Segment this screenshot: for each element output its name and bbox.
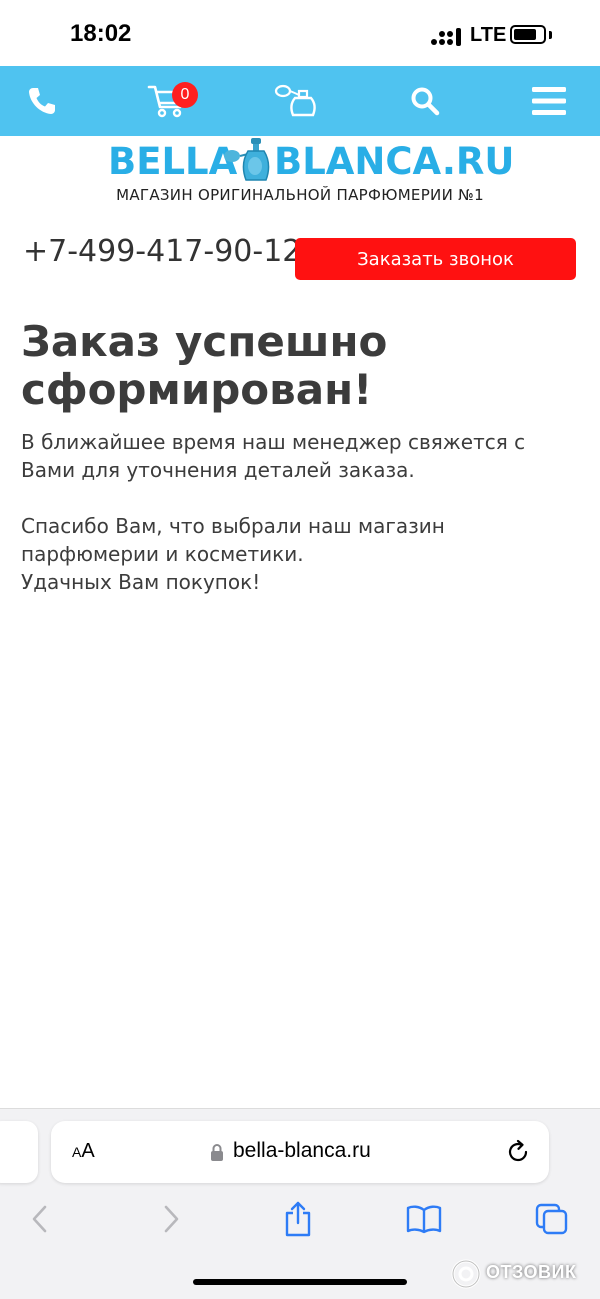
reload-icon[interactable] (505, 1139, 531, 1165)
message-line: Вами для уточнения деталей заказа. (21, 458, 415, 482)
search-icon[interactable] (403, 66, 447, 136)
tabs-icon[interactable] (534, 1201, 570, 1237)
perfume-bottle-icon[interactable] (272, 66, 322, 136)
logo-tagline: МАГАЗИН ОРИГИНАЛЬНОЙ ПАРФЮМЕРИИ №1 (116, 186, 484, 204)
url-text[interactable]: bella-blanca.ru (233, 1139, 371, 1163)
request-callback-button[interactable]: Заказать звонок (295, 238, 576, 280)
page-title: Заказ успешно сформирован! (21, 318, 581, 414)
lock-icon (211, 1144, 223, 1161)
message-line: Спасибо Вам, что выбрали наш магазин (21, 514, 445, 538)
phone-number-link[interactable]: +7-499-417-90-12 (23, 234, 301, 269)
cellular-signal-icon (431, 28, 461, 46)
battery-tip (549, 31, 552, 39)
battery-icon (510, 25, 546, 44)
aa-large: A (81, 1140, 95, 1162)
aa-small: A (72, 1144, 82, 1160)
cart-count-badge: 0 (172, 82, 198, 108)
manager-contact-message: В ближайшее время наш менеджер свяжется … (21, 428, 581, 484)
page-title-line1: Заказ успешно (21, 317, 388, 366)
thank-you-message: Спасибо Вам, что выбрали наш магазин пар… (21, 512, 581, 596)
nav-bar (0, 66, 600, 136)
forward-icon[interactable] (153, 1201, 189, 1237)
page-title-line2: сформирован! (21, 365, 373, 414)
share-icon[interactable] (280, 1201, 316, 1237)
previous-tab-preview[interactable] (0, 1121, 38, 1183)
home-indicator (193, 1279, 407, 1285)
message-line: В ближайшее время наш менеджер свяжется … (21, 430, 526, 454)
network-type: LTE (470, 24, 507, 46)
logo-text-right: BLANCA.RU (274, 140, 515, 183)
status-bar: 18:02 LTE (0, 0, 600, 66)
bookmarks-icon[interactable] (406, 1201, 442, 1237)
message-line: парфюмерии и косметики. (21, 542, 304, 566)
message-line: Удачных Вам покупок! (21, 570, 261, 594)
phone-icon[interactable] (20, 66, 64, 136)
reader-settings-button[interactable]: AA (72, 1140, 95, 1163)
status-time: 18:02 (70, 20, 132, 47)
menu-icon[interactable] (528, 66, 570, 136)
back-icon[interactable] (22, 1201, 58, 1237)
logo-perfume-icon (224, 138, 270, 181)
logo-text-left: BELLA (108, 140, 238, 183)
watermark-text: ОТЗОВИК (486, 1262, 577, 1282)
